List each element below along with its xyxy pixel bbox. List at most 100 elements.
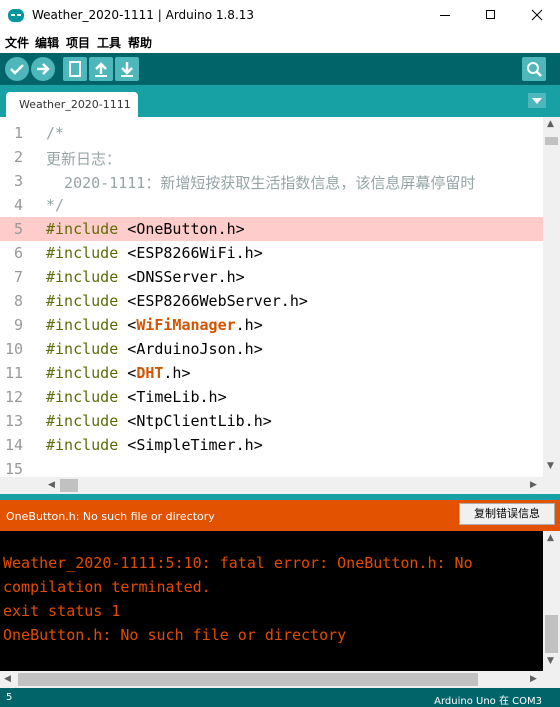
code-line[interactable]: 11 #include <DHT.h> xyxy=(0,361,543,385)
menu-bar: 文件 编辑 项目 工具 帮助 xyxy=(0,31,560,53)
line-number: 4 xyxy=(13,196,23,214)
code-line[interactable]: 12 #include <TimeLib.h> xyxy=(0,385,543,409)
code-fragment: ESP8266WebServer.h> xyxy=(136,292,308,310)
code-text: */ xyxy=(46,196,65,214)
code-fragment: < xyxy=(118,292,137,310)
include-keyword: #include xyxy=(46,412,119,430)
line-number: 1 xyxy=(13,124,23,142)
console-line: compilation terminated. xyxy=(3,578,211,596)
code-text: #include <ESP8266WiFi.h> xyxy=(46,244,263,262)
code-line[interactable]: 2 更新日志： xyxy=(0,145,543,169)
tab-strip: Weather_2020-1111 xyxy=(0,85,560,117)
code-text: #include <ArduinoJson.h> xyxy=(46,340,263,358)
code-text: #include <DNSServer.h> xyxy=(46,268,245,286)
menu-tools[interactable]: 工具 xyxy=(97,34,121,51)
scroll-down-icon[interactable]: ▼ xyxy=(547,656,554,666)
scroll-thumb[interactable] xyxy=(545,615,558,653)
code-fragment: NtpClientLib.h> xyxy=(136,412,272,430)
code-editor[interactable]: 1/* 2 更新日志： 3 2020-1111：新增短按获取生活指数信息，该信息屏幕停… xyxy=(0,117,560,477)
upload-icon[interactable] xyxy=(31,57,55,81)
line-number: 13 xyxy=(4,412,23,430)
verify-icon[interactable] xyxy=(5,57,29,81)
menu-sketch[interactable]: 项目 xyxy=(66,34,90,51)
code-line[interactable]: 13 #include <NtpClientLib.h> xyxy=(0,409,543,433)
code-fragment: < xyxy=(118,268,137,286)
code-text: #include <ESP8266WebServer.h> xyxy=(46,292,308,310)
open-icon[interactable] xyxy=(89,57,113,81)
status-message: OneButton.h: No such file or directory xyxy=(6,510,215,523)
scroll-left-icon[interactable]: ◀ xyxy=(4,674,11,684)
menu-edit[interactable]: 编辑 xyxy=(35,34,59,51)
line-number: 12 xyxy=(4,388,23,406)
window-title: Weather_2020-1111 | Arduino 1.8.13 xyxy=(32,8,255,22)
code-fragment: < xyxy=(118,412,137,430)
scroll-up-icon[interactable]: ▲ xyxy=(547,533,554,543)
code-fragment: < xyxy=(118,316,137,334)
code-line[interactable]: 9 #include <WiFiManager.h> xyxy=(0,313,543,337)
tab-sketch[interactable]: Weather_2020-1111 xyxy=(6,92,138,117)
include-keyword: #include xyxy=(46,268,119,286)
code-text: /* xyxy=(46,124,65,142)
menu-file[interactable]: 文件 xyxy=(5,34,29,51)
tab-label: Weather_2020-1111 xyxy=(19,98,131,111)
scroll-down-icon[interactable]: ▼ xyxy=(547,461,554,471)
line-number-indicator: 5 xyxy=(6,692,13,703)
include-keyword: #include xyxy=(46,436,119,454)
scroll-right-icon[interactable]: ▶ xyxy=(530,480,537,490)
line-number: 9 xyxy=(13,316,23,334)
board-port-label: Arduino Uno 在 COM3 xyxy=(434,696,542,707)
code-line[interactable]: 15 xyxy=(0,457,543,477)
code-line[interactable]: 6 #include <ESP8266WiFi.h> xyxy=(0,241,543,265)
code-line[interactable]: 8 #include <ESP8266WebServer.h> xyxy=(0,289,543,313)
console-line: exit status 1 xyxy=(3,602,121,620)
console-output[interactable]: Weather_2020-1111:5:10: fatal error: One… xyxy=(0,531,560,688)
scroll-up-icon[interactable]: ▲ xyxy=(547,119,554,129)
new-icon[interactable] xyxy=(63,57,87,81)
code-text: #include <OneButton.h> xyxy=(46,220,245,238)
line-number: 15 xyxy=(4,460,23,477)
tab-menu-chevron-down-icon[interactable] xyxy=(528,93,546,108)
library-name: DHT xyxy=(136,364,164,382)
scroll-right-icon[interactable]: ▶ xyxy=(530,674,537,684)
code-text: #include <DHT.h> xyxy=(46,364,191,382)
include-keyword: #include xyxy=(46,292,119,310)
code-fragment: ArduinoJson.h> xyxy=(136,340,263,358)
code-text: 2020-1111：新增短按获取生活指数信息，该信息屏幕停留时 xyxy=(46,174,476,192)
library-name: WiFiManager xyxy=(136,316,236,334)
code-line[interactable]: 7 #include <DNSServer.h> xyxy=(0,265,543,289)
close-icon[interactable] xyxy=(514,0,560,31)
code-fragment: < xyxy=(118,340,137,358)
code-line[interactable]: 14 #include <SimpleTimer.h> xyxy=(0,433,543,457)
code-text: #include <NtpClientLib.h> xyxy=(46,412,272,430)
code-line[interactable]: 1 /* xyxy=(0,121,543,145)
code-text: #include <WiFiManager.h> xyxy=(46,316,263,334)
copy-error-button[interactable]: 复制错误信息 xyxy=(459,503,555,525)
title-bar: Weather_2020-1111 | Arduino 1.8.13 xyxy=(0,0,560,31)
include-keyword: #include xyxy=(46,220,119,238)
code-fragment: .h> xyxy=(163,364,191,382)
serial-monitor-icon[interactable] xyxy=(522,57,546,81)
console-vertical-scrollbar[interactable]: ▲ ▼ xyxy=(543,531,560,671)
scroll-left-icon[interactable]: ◀ xyxy=(48,480,55,490)
line-number: 3 xyxy=(13,172,23,190)
maximize-icon[interactable] xyxy=(468,0,514,31)
code-line[interactable]: 4 */ xyxy=(0,193,543,217)
scroll-thumb[interactable] xyxy=(545,137,558,145)
line-number: 11 xyxy=(4,364,23,382)
menu-help[interactable]: 帮助 xyxy=(128,34,152,51)
code-text: #include <SimpleTimer.h> xyxy=(46,436,263,454)
code-fragment: TimeLib.h> xyxy=(136,388,227,406)
arduino-logo-icon xyxy=(8,9,24,22)
line-number: 8 xyxy=(13,292,23,310)
editor-vertical-scrollbar[interactable]: ▲ ▼ xyxy=(543,117,560,477)
code-line[interactable]: 3 2020-1111：新增短按获取生活指数信息，该信息屏幕停留时 xyxy=(0,169,543,193)
editor-horizontal-scrollbar[interactable]: ◀ ▶ xyxy=(0,477,560,494)
console-horizontal-scrollbar[interactable]: ◀ ▶ xyxy=(0,671,560,688)
scroll-thumb[interactable] xyxy=(60,479,78,492)
code-line[interactable]: 10 #include <ArduinoJson.h> xyxy=(0,337,543,361)
code-line[interactable]: 5 #include <OneButton.h> xyxy=(0,217,543,241)
footer-bar: 5 Arduino Uno 在 COM3 xyxy=(0,688,560,707)
minimize-icon[interactable] xyxy=(422,0,468,31)
save-icon[interactable] xyxy=(115,57,139,81)
scroll-thumb[interactable] xyxy=(18,673,478,686)
